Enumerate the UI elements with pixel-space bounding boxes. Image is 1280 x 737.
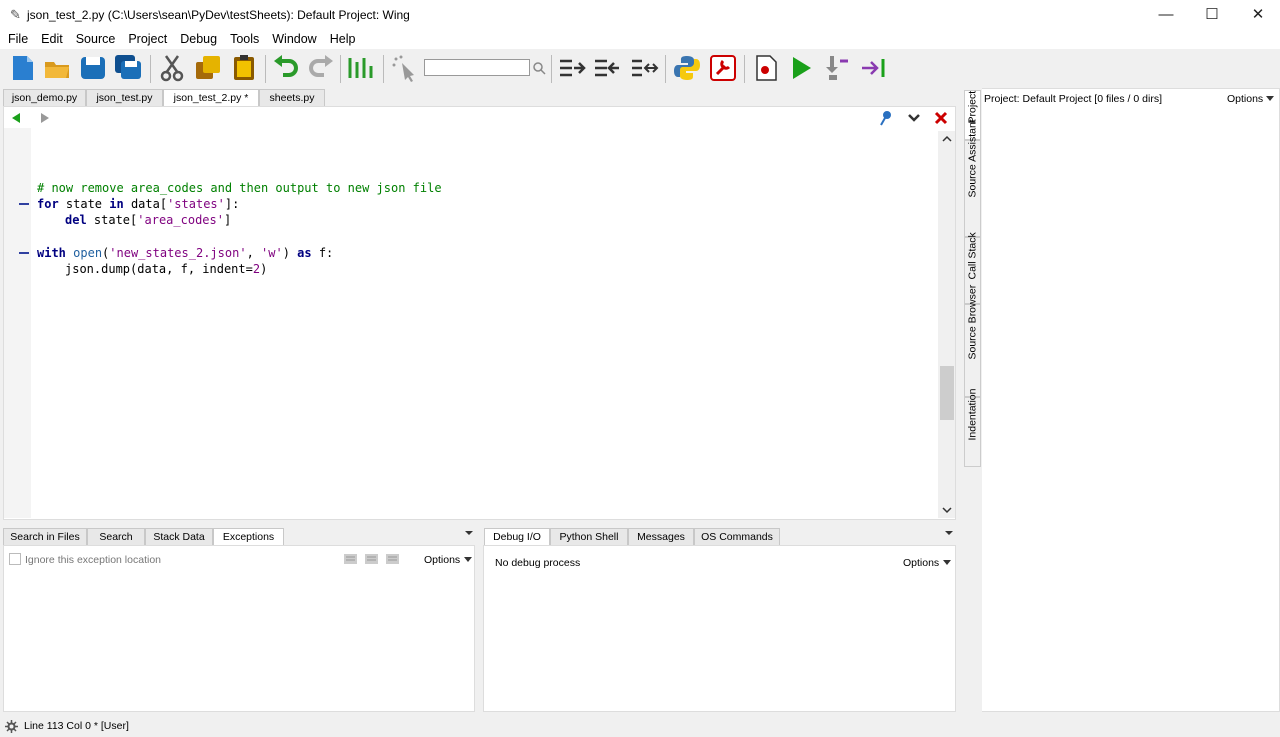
copy-icon[interactable] [193, 53, 223, 83]
forward-arrow-icon[interactable] [37, 112, 51, 124]
debug-tool-icon[interactable] [708, 53, 738, 83]
step-into-icon[interactable] [822, 53, 852, 83]
title-bar: ✎ json_test_2.py (C:\Users\sean\PyDev\te… [0, 0, 1280, 30]
debug-io-options[interactable]: Options [903, 557, 939, 569]
panel-menu-icon[interactable] [464, 530, 474, 536]
options-dropdown-icon[interactable] [1266, 96, 1274, 101]
window-title: json_test_2.py (C:\Users\sean\PyDev\test… [27, 8, 410, 22]
menu-debug[interactable]: Debug [172, 30, 222, 46]
tab-python-shell[interactable]: Python Shell [550, 528, 628, 545]
step-out-icon[interactable] [859, 53, 889, 83]
exceptions-panel [3, 545, 475, 712]
menu-file[interactable]: File [0, 30, 33, 46]
search-icon[interactable] [532, 61, 546, 75]
menu-window[interactable]: Window [264, 30, 321, 46]
tab-json-test-2[interactable]: json_test_2.py * [163, 89, 259, 107]
debug-io-panel [483, 545, 956, 712]
menu-bar: File Edit Source Project Debug Tools Window Hel… [0, 30, 1280, 49]
scroll-up-icon[interactable] [941, 135, 953, 143]
tab-exceptions[interactable]: Exceptions [213, 528, 284, 545]
toolbar [0, 49, 1280, 89]
indent-icon[interactable] [557, 53, 587, 83]
fold-marker[interactable] [19, 252, 29, 254]
close-editor-icon[interactable] [934, 111, 948, 125]
tab-sheets[interactable]: sheets.py [259, 89, 325, 106]
tab-json-test[interactable]: json_test.py [86, 89, 163, 106]
tab-source-browser[interactable]: Source Browser [964, 284, 981, 397]
panel-menu-icon[interactable] [944, 530, 954, 536]
tab-source-assistant[interactable]: Source Assistant [964, 119, 981, 237]
options-dropdown-icon[interactable] [943, 560, 951, 565]
pen-icon: ✎ [10, 7, 21, 22]
breakpoint-icon[interactable] [751, 53, 781, 83]
code-line: with open('new_states_2.json', 'w') as f… [37, 246, 334, 260]
close-window-button[interactable]: ✕ [1235, 0, 1280, 30]
code-line: for state in data['states']: [37, 197, 240, 211]
code-editor[interactable] [3, 106, 956, 520]
tab-search-in-files[interactable]: Search in Files [3, 528, 87, 545]
save-icon[interactable] [78, 53, 108, 83]
back-arrow-icon[interactable] [10, 112, 24, 124]
menu-tools[interactable]: Tools [222, 30, 264, 46]
maximize-button[interactable]: ☐ [1189, 0, 1235, 30]
indent-guides-icon[interactable] [346, 53, 376, 83]
paste-icon[interactable] [229, 53, 259, 83]
new-file-icon[interactable] [8, 53, 38, 83]
scroll-down-icon[interactable] [941, 506, 953, 514]
pin-icon[interactable] [879, 110, 893, 126]
menu-project[interactable]: Project [120, 30, 172, 46]
reindent-icon[interactable] [629, 53, 659, 83]
ignore-exception-checkbox[interactable] [9, 553, 21, 565]
exceptions-options[interactable]: Options [424, 554, 460, 566]
options-dropdown-icon[interactable] [464, 557, 472, 562]
code-line: json.dump(data, f, indent=2) [65, 262, 268, 276]
search-input[interactable] [424, 59, 530, 76]
status-bar: Line 113 Col 0 * [User] [0, 716, 1280, 737]
menu-source[interactable]: Source [68, 30, 121, 46]
code-line: # now remove area_codes and then output … [37, 181, 442, 195]
redo-icon[interactable] [306, 53, 336, 83]
project-panel [962, 88, 1280, 712]
menu-help[interactable]: Help [322, 30, 361, 46]
open-folder-icon[interactable] [42, 53, 72, 83]
tab-os-commands[interactable]: OS Commands [694, 528, 780, 545]
tab-search[interactable]: Search [87, 528, 145, 545]
tab-json-demo[interactable]: json_demo.py [3, 89, 86, 106]
gear-icon[interactable] [5, 720, 18, 733]
tab-debug-io[interactable]: Debug I/O [484, 528, 550, 545]
cut-icon[interactable] [157, 53, 187, 83]
pointer-search-icon[interactable] [390, 53, 420, 83]
code-line: del state['area_codes'] [65, 213, 232, 227]
editor-gutter [4, 128, 31, 518]
outdent-icon[interactable] [592, 53, 622, 83]
debug-status: No debug process [495, 557, 581, 569]
editor-scroll-thumb[interactable] [940, 366, 954, 420]
status-text: Line 113 Col 0 * [User] [24, 720, 129, 732]
tab-messages[interactable]: Messages [628, 528, 694, 545]
run-icon[interactable] [786, 53, 816, 83]
chevron-down-icon[interactable] [907, 112, 921, 124]
editor-scrollbar[interactable] [938, 131, 955, 518]
undo-icon[interactable] [271, 53, 301, 83]
save-all-icon[interactable] [113, 53, 143, 83]
project-options[interactable]: Options [1227, 93, 1263, 105]
tab-indentation[interactable]: Indentation [964, 389, 981, 467]
project-header: Project: Default Project [0 files / 0 di… [984, 93, 1162, 105]
editor-tabbar: json_demo.py json_test.py json_test_2.py… [0, 89, 957, 107]
menu-edit[interactable]: Edit [33, 30, 68, 46]
minimize-button[interactable]: — [1143, 0, 1189, 30]
ignore-exception-label: Ignore this exception location [25, 554, 162, 566]
tab-stack-data[interactable]: Stack Data [145, 528, 213, 545]
exception-toolbar-icon[interactable] [343, 553, 401, 565]
fold-marker[interactable] [19, 203, 29, 205]
python-icon[interactable] [672, 53, 702, 83]
